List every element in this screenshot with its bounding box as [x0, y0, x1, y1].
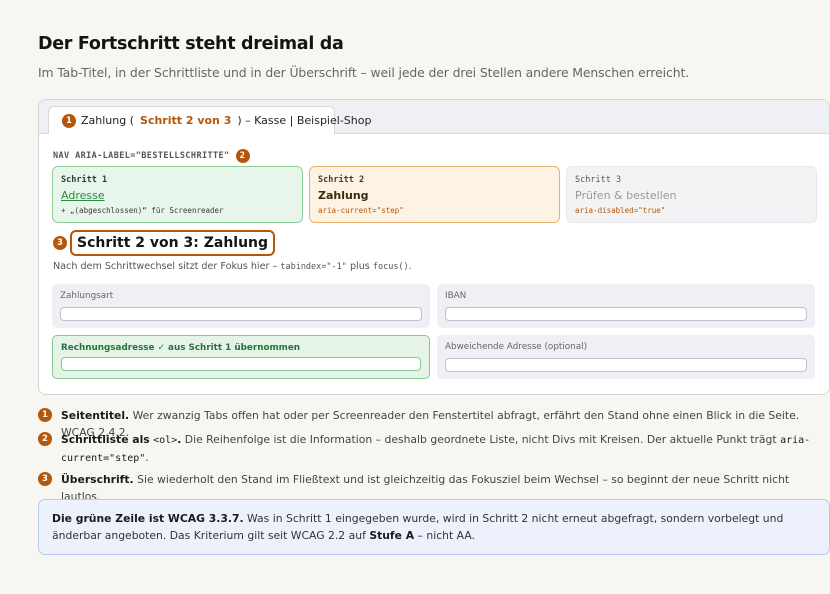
focus-note-code-focus: focus(): [372, 262, 409, 272]
zahlungsart-input[interactable]: [60, 307, 422, 321]
explanation-code-aria: aria-: [780, 435, 811, 446]
explanation-end: .: [145, 451, 149, 464]
abweichende-adresse-input[interactable]: [445, 358, 807, 372]
abweichende-adresse-field: Abweichende Adresse (optional): [437, 335, 815, 379]
field-label: Rechnungsadresse ✓ aus Schritt 1 übernom…: [61, 343, 301, 353]
tab-title-suffix: ) – Kasse | Beispiel-Shop: [237, 114, 372, 127]
step-number: Schritt 3: [575, 175, 622, 185]
step-heading: Schritt 2 von 3: Zahlung: [70, 230, 276, 256]
explanation-code-ol: <ol>: [153, 435, 178, 446]
rechnungsadresse-field: Rechnungsadresse ✓ aus Schritt 1 übernom…: [52, 335, 430, 379]
zahlungsart-field: Zahlungsart: [52, 284, 430, 328]
nav-label-text: NAV ARIA-LABEL="BESTELLSCHRITTE": [53, 151, 230, 161]
marker-badge-3: 3: [38, 472, 52, 486]
checkout-demo: 1 Zahlung ( Schritt 2 von 3 ) – Kasse | …: [38, 99, 830, 395]
callout-level: Stufe A: [369, 529, 415, 542]
marker-badge-2: 2: [38, 432, 52, 446]
step-heading-row: 3 Schritt 2 von 3: Zahlung: [53, 230, 276, 256]
browser-tabstrip: 1 Zahlung ( Schritt 2 von 3 ) – Kasse | …: [39, 100, 829, 134]
step-note: aria-disabled="true": [575, 206, 666, 215]
marker-badge-1: 1: [62, 113, 76, 128]
focus-note-code-tabindex: tabindex="-1": [280, 262, 347, 272]
step-link-adresse[interactable]: Adresse: [61, 189, 294, 202]
focus-note: Nach dem Schrittwechsel sitzt der Fokus …: [53, 261, 412, 272]
step-name-pruefen: Prüfen & bestellen: [575, 189, 677, 202]
step-note: + „(abgeschlossen)“ für Screenreader: [61, 206, 224, 215]
step-number: Schritt 1: [61, 175, 108, 185]
wcag-callout: Die grüne Zeile ist WCAG 3.3.7. Was in S…: [38, 499, 830, 555]
explanation-title: Überschrift.: [61, 473, 134, 486]
page-title: Der Fortschritt steht dreimal da: [38, 34, 344, 54]
nav-aria-label: NAV ARIA-LABEL="BESTELLSCHRITTE" 2: [53, 149, 250, 163]
marker-badge-2: 2: [235, 149, 250, 163]
browser-tab[interactable]: 1 Zahlung ( Schritt 2 von 3 ) – Kasse | …: [48, 106, 371, 134]
step-number: Schritt 2: [318, 175, 365, 185]
tab-title-step: Schritt 2 von 3: [140, 114, 232, 127]
focus-note-text: Nach dem Schrittwechsel sitzt der Fokus …: [53, 261, 278, 272]
step-list: Schritt 1 Adresse + „(abgeschlossen)“ fü…: [52, 166, 817, 223]
callout-end: – nicht AA.: [417, 529, 475, 542]
explanation-title: Seitentitel.: [61, 409, 130, 422]
step-note: aria-current="step": [318, 206, 404, 215]
field-label: Abweichende Adresse (optional): [445, 342, 588, 352]
explanation-code-aria-cont: current="step": [61, 453, 146, 464]
rechnungsadresse-input[interactable]: [61, 357, 421, 371]
explanation-item: 2 Schrittliste als <ol>. Die Reihenfolge…: [38, 431, 830, 467]
iban-field: IBAN: [437, 284, 815, 328]
explanation-title-end: .: [177, 433, 182, 446]
tab-title-prefix: Zahlung (: [81, 114, 135, 127]
step-name-zahlung: Zahlung: [318, 189, 369, 202]
focus-note-end: .: [408, 261, 412, 272]
iban-input[interactable]: [445, 307, 807, 321]
explanation-text: Die Reihenfolge ist die Information – de…: [184, 433, 777, 446]
step-item-adresse[interactable]: Schritt 1 Adresse + „(abgeschlossen)“ fü…: [52, 166, 303, 223]
marker-badge-1: 1: [38, 408, 52, 422]
page-subtitle: Im Tab-Titel, in der Schrittliste und in…: [38, 65, 690, 80]
callout-title: Die grüne Zeile ist WCAG 3.3.7.: [52, 512, 244, 525]
step-item-pruefen: Schritt 3 Prüfen & bestellen aria-disabl…: [566, 166, 817, 223]
marker-badge-3: 3: [53, 236, 67, 250]
step-item-zahlung: Schritt 2 Zahlung aria-current="step": [309, 166, 560, 223]
field-label: Zahlungsart: [60, 291, 114, 301]
field-label: IBAN: [445, 291, 467, 301]
focus-note-mid: plus: [349, 261, 370, 272]
explanation-title: Schrittliste als: [61, 433, 150, 446]
